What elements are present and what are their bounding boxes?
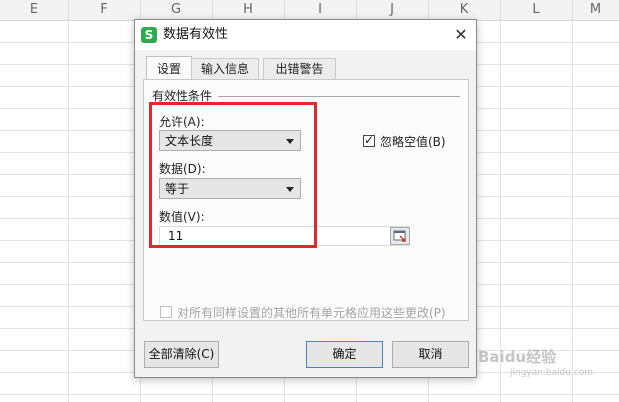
column-header-j[interactable]: J <box>356 0 429 20</box>
column-header-k[interactable]: K <box>428 0 501 20</box>
value-label: 数值(V): <box>159 210 205 224</box>
cancel-button[interactable]: 取消 <box>392 341 469 368</box>
data-validation-dialog: S 数据有效性 ✕ 设置 输入信息 出错警告 有效性条件 允许(A): 文本长度… <box>134 19 477 378</box>
data-select-value: 等于 <box>165 182 190 196</box>
range-picker-icon <box>393 230 406 242</box>
value-input[interactable]: 11 <box>159 226 409 246</box>
validation-criteria-label: 有效性条件 <box>152 87 216 104</box>
group-divider <box>218 96 460 97</box>
grid-column-line <box>500 20 501 402</box>
dialog-titlebar[interactable]: S 数据有效性 ✕ <box>135 20 476 50</box>
range-picker-button[interactable] <box>390 227 410 245</box>
column-header-l[interactable]: L <box>500 0 573 20</box>
apply-all-label[interactable]: 对所有同样设置的其他所有单元格应用这些更改(P) <box>177 304 446 321</box>
column-header-e[interactable]: E <box>0 0 69 20</box>
ignore-blank-checkbox[interactable]: ✓ <box>363 133 375 147</box>
value-input-text: 11 <box>168 229 184 243</box>
column-header-bar: E F G H I J K L M <box>0 0 619 21</box>
ok-button[interactable]: 确定 <box>306 341 383 368</box>
ignore-blank-label[interactable]: 忽略空值(B) <box>380 133 446 150</box>
grid-column-line <box>572 20 573 402</box>
wps-spreadsheet-icon: S <box>141 27 157 43</box>
dropdown-arrow-icon <box>286 139 294 144</box>
tab-settings[interactable]: 设置 <box>146 56 192 81</box>
watermark-logo: Baidu经验 <box>478 348 557 366</box>
column-header-h[interactable]: H <box>212 0 285 20</box>
settings-panel: 有效性条件 允许(A): 文本长度 ✓ 忽略空值(B) 数据(D): 等于 数值… <box>143 79 469 321</box>
close-icon[interactable]: ✕ <box>446 20 476 50</box>
column-header-g[interactable]: G <box>140 0 213 20</box>
clear-all-button[interactable]: 全部清除(C) <box>144 341 219 368</box>
allow-select-value: 文本长度 <box>165 134 214 148</box>
grid-column-line <box>68 20 69 402</box>
checkmark-icon: ✓ <box>364 133 375 147</box>
data-select[interactable]: 等于 <box>159 178 301 199</box>
allow-label: 允许(A): <box>159 115 205 129</box>
dialog-title: 数据有效性 <box>163 27 229 42</box>
column-header-f[interactable]: F <box>68 0 141 20</box>
apply-all-checkbox[interactable] <box>160 306 172 318</box>
grid-row-line <box>0 394 619 395</box>
column-header-i[interactable]: I <box>284 0 357 20</box>
tab-input-message[interactable]: 输入信息 <box>191 58 259 80</box>
data-label: 数据(D): <box>159 162 206 176</box>
tab-error-alert[interactable]: 出错警告 <box>263 58 336 80</box>
watermark-url: jingyan.baidu.com <box>510 368 594 378</box>
dropdown-arrow-icon <box>286 187 294 192</box>
allow-select[interactable]: 文本长度 <box>159 130 301 151</box>
column-header-m[interactable]: M <box>572 0 619 20</box>
